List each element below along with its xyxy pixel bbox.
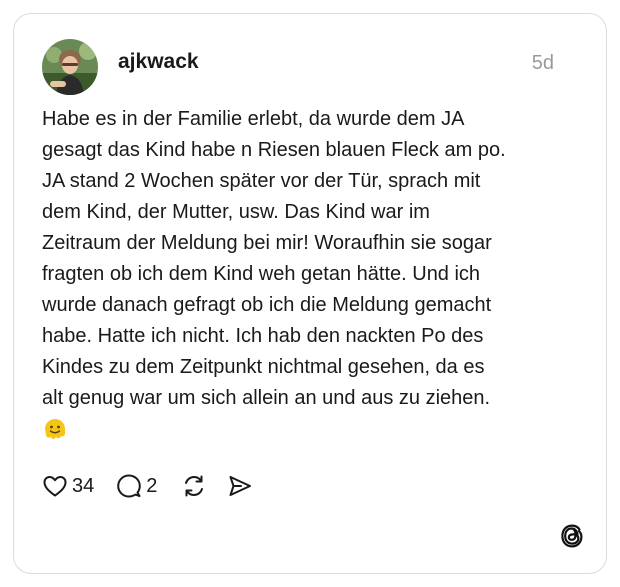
post-text: Habe es in der Familie erlebt, da wurde … [42,108,506,409]
action-bar: 34 2 [42,472,253,500]
post-card: ajkwack 5d Habe es in der Familie erlebt… [13,13,607,574]
share-button[interactable] [227,473,253,499]
timestamp: 5d [531,52,554,74]
melting-face-emoji [45,419,65,439]
reply-button[interactable]: 2 [116,473,157,499]
avatar[interactable] [42,39,98,95]
like-count: 34 [72,474,95,497]
reply-count: 2 [146,474,158,497]
username[interactable]: ajkwack [118,50,199,74]
like-button[interactable]: 34 [42,474,94,498]
threads-logo-icon [561,524,583,548]
comment-icon [117,474,142,498]
repost-button[interactable] [181,473,207,499]
heart-icon [43,476,67,497]
post-text-container: Habe es in der Familie erlebt, da wurde … [42,104,582,473]
share-icon [229,476,252,496]
repost-icon [185,475,204,497]
